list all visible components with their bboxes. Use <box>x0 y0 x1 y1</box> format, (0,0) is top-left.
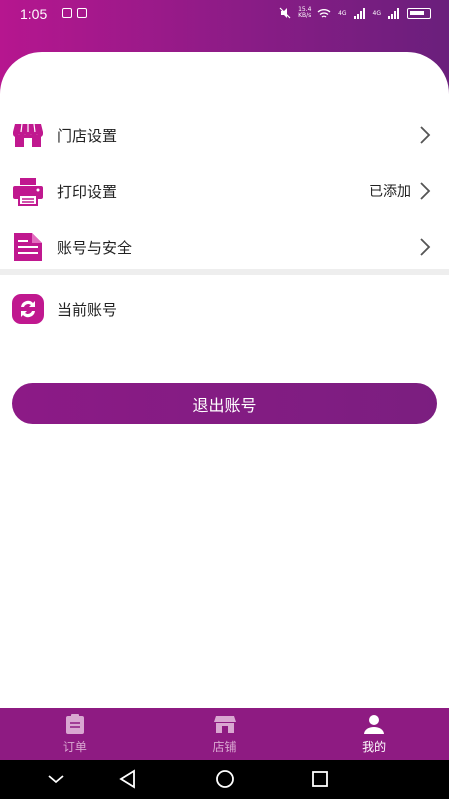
switch-account-icon <box>12 294 44 324</box>
signal-icon <box>388 7 399 19</box>
menu-item-print-settings[interactable]: 打印设置 已添加 <box>0 163 449 219</box>
current-account-label: 当前账号 <box>57 300 118 319</box>
menu-item-account-security[interactable]: 账号与安全 <box>0 219 449 275</box>
chevron-right-icon <box>420 182 431 200</box>
tab-mine[interactable]: 我的 <box>299 708 449 760</box>
signal-label-2: 4G <box>372 9 381 17</box>
notification-icon <box>62 8 72 18</box>
tab-label: 店铺 <box>212 740 237 754</box>
network-speed: 15.4 KB/s <box>298 6 312 19</box>
menu-item-store-settings[interactable]: 门店设置 <box>0 107 449 163</box>
menu-item-value: 已添加 <box>369 184 411 200</box>
clipboard-icon <box>65 714 84 734</box>
shop-icon <box>213 716 236 733</box>
section-divider <box>0 269 449 275</box>
back-icon[interactable] <box>116 768 140 790</box>
status-right-icons: 15.4 KB/s 4G 4G <box>279 7 431 19</box>
menu-item-label: 门店设置 <box>57 126 118 145</box>
home-icon[interactable] <box>213 768 237 790</box>
menu-item-label: 打印设置 <box>57 182 118 201</box>
tab-shop[interactable]: 店铺 <box>150 708 300 760</box>
tab-orders[interactable]: 订单 <box>0 708 150 760</box>
status-time: 1:05 <box>20 6 48 22</box>
tab-label: 订单 <box>62 740 87 754</box>
status-bar: 1:05 15.4 KB/s 4G 4G <box>0 0 449 30</box>
document-icon <box>14 233 42 261</box>
user-icon <box>364 715 385 734</box>
tab-label: 我的 <box>362 740 387 754</box>
signal-icon <box>353 7 365 19</box>
notification-icon <box>77 8 87 18</box>
store-icon <box>13 123 43 147</box>
wifi-icon <box>317 8 331 18</box>
current-account-row[interactable]: 当前账号 <box>0 281 449 337</box>
notification-icons <box>62 8 87 18</box>
chevron-right-icon <box>420 238 431 256</box>
signal-label-1: 4G <box>338 9 347 17</box>
printer-icon <box>13 178 43 206</box>
bottom-tab-bar: 订单 店铺 我的 <box>0 708 449 760</box>
system-nav-bar <box>0 760 449 799</box>
recent-apps-icon[interactable] <box>308 768 332 790</box>
menu-item-label: 账号与安全 <box>57 238 133 257</box>
chevron-down-icon[interactable] <box>44 768 68 790</box>
battery-icon <box>407 7 431 19</box>
mute-icon <box>279 7 291 19</box>
logout-button[interactable]: 退出账号 <box>12 383 437 424</box>
chevron-right-icon <box>420 126 431 144</box>
